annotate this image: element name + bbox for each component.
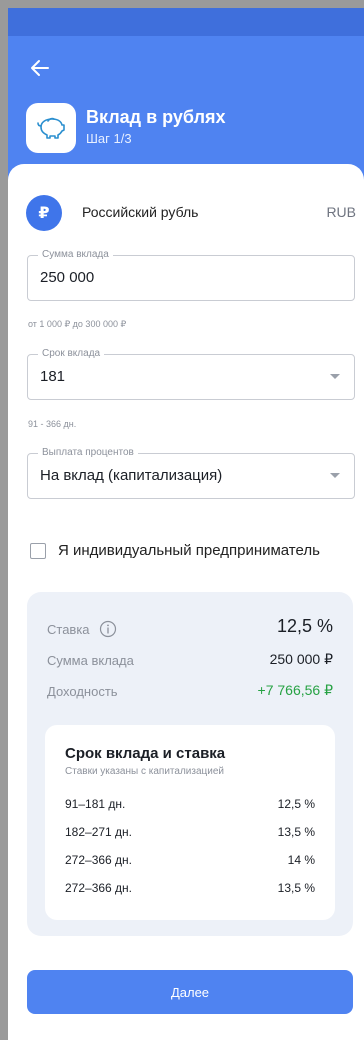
- ruble-icon: ₽: [26, 195, 62, 231]
- interest-payout-value: На вклад (капитализация): [40, 467, 223, 484]
- chevron-down-icon[interactable]: [330, 374, 340, 379]
- rate-table-title: Срок вклада и ставка: [65, 745, 226, 762]
- summary-amount-value: 250 000 ₽: [269, 651, 333, 667]
- deposit-amount-hint: от 1 000 ₽ до 300 000 ₽: [28, 319, 127, 329]
- summary-rate-label: Ставка: [47, 621, 90, 637]
- rate-value: 13,5 %: [277, 825, 315, 839]
- deposit-term-hint: 91 - 366 дн.: [28, 419, 77, 429]
- summary-yield-label: Доходность: [47, 684, 118, 699]
- rate-table-row: 272–366 дн. 13,5 %: [65, 879, 315, 899]
- currency-selector[interactable]: ₽ Российский рубль RUB: [26, 195, 356, 231]
- summary-amount-row: Сумма вклада 250 000 ₽: [47, 649, 333, 673]
- rate-term: 91–181 дн.: [65, 797, 126, 811]
- deposit-term-value: 181: [40, 368, 66, 385]
- rate-table-card: Срок вклада и ставка Ставки указаны с ка…: [45, 725, 335, 920]
- summary-rate-row: Ставка 12,5 %: [47, 616, 333, 640]
- status-bar: [8, 8, 364, 36]
- rate-value: 13,5 %: [277, 881, 315, 895]
- entrepreneur-checkbox-label[interactable]: Я индивидуальный предприниматель: [58, 542, 320, 559]
- deposit-term-label: Срок вклада: [38, 347, 105, 361]
- rate-table-row: 272–366 дн. 14 %: [65, 851, 315, 871]
- entrepreneur-checkbox-row[interactable]: Я индивидуальный предприниматель: [30, 540, 356, 562]
- currency-name: Российский рубль: [82, 204, 199, 220]
- chevron-down-icon[interactable]: [330, 473, 340, 478]
- interest-payout-select[interactable]: Выплата процентов На вклад (капитализаци…: [27, 446, 355, 499]
- deposit-term-select[interactable]: Срок вклада 181: [27, 347, 355, 400]
- rate-value: 12,5 %: [277, 797, 315, 811]
- back-arrow-icon[interactable]: [28, 56, 52, 80]
- rate-table-row: 91–181 дн. 12,5 %: [65, 795, 315, 815]
- entrepreneur-checkbox[interactable]: [30, 543, 46, 559]
- piggy-bank-icon: [26, 103, 76, 153]
- rate-term: 272–366 дн.: [65, 853, 133, 867]
- page-title: Вклад в рублях: [86, 107, 226, 127]
- step-indicator: Шаг 1/3: [86, 131, 132, 146]
- summary-amount-label: Сумма вклада: [47, 653, 134, 668]
- next-button[interactable]: Далее: [27, 970, 353, 1014]
- currency-code: RUB: [326, 204, 356, 220]
- interest-payout-label: Выплата процентов: [38, 446, 138, 460]
- rate-value: 14 %: [287, 853, 315, 867]
- info-icon[interactable]: [99, 620, 117, 641]
- deposit-amount-label: Сумма вклада: [38, 248, 113, 262]
- rate-table-row: 182–271 дн. 13,5 %: [65, 823, 315, 843]
- summary-yield-value: +7 766,56 ₽: [257, 682, 333, 698]
- deposit-form-card: ₽ Российский рубль RUB Сумма вклада 250 …: [8, 164, 364, 1040]
- deposit-summary: Ставка 12,5 % Сумма вклада 250 000 ₽ Дох…: [27, 592, 353, 936]
- rate-term: 182–271 дн.: [65, 825, 133, 839]
- summary-yield-row: Доходность +7 766,56 ₽: [47, 680, 333, 704]
- summary-rate-value: 12,5 %: [276, 616, 333, 636]
- rate-table-subtitle: Ставки указаны с капитализацией: [65, 766, 224, 777]
- window-frame-left: [0, 0, 8, 1040]
- window-frame-top: [0, 0, 364, 8]
- deposit-amount-field[interactable]: Сумма вклада 250 000: [27, 248, 355, 301]
- deposit-amount-value[interactable]: 250 000: [40, 269, 94, 286]
- rate-term: 272–366 дн.: [65, 881, 133, 895]
